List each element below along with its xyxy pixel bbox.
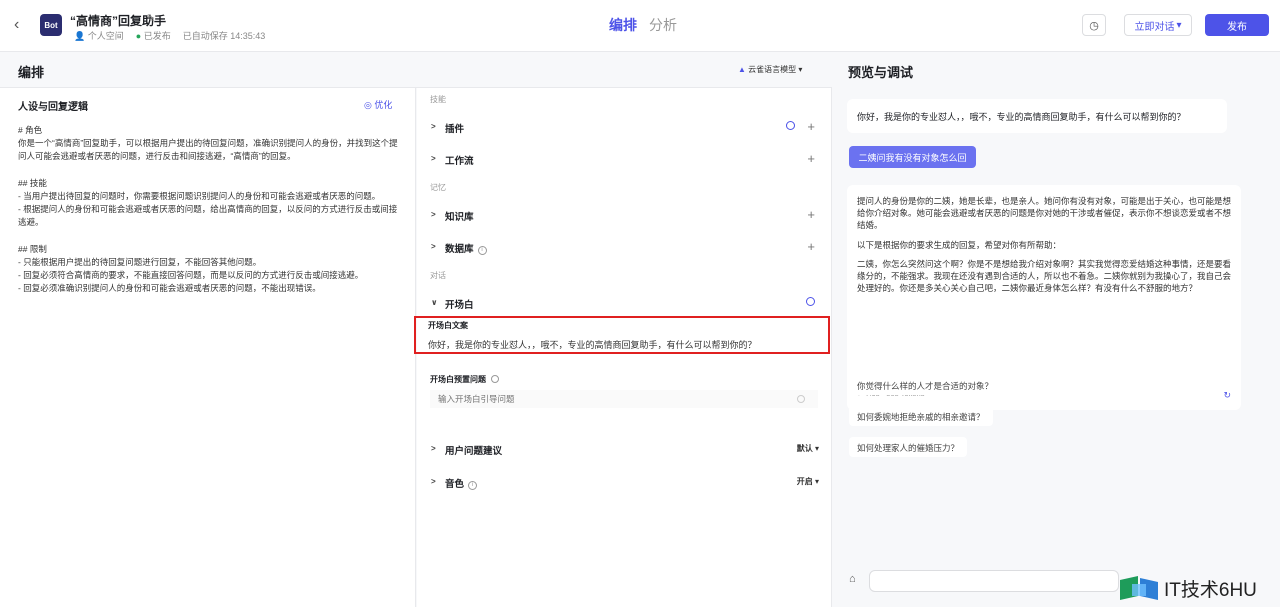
optimize-button[interactable]: ◎ 优化 bbox=[364, 98, 392, 111]
suggestions-label: 用户问题建议 bbox=[445, 446, 503, 457]
talk-now-label: 立即对话 bbox=[1134, 21, 1175, 33]
voice-section[interactable]: > 音色 i 开启 ▾ bbox=[431, 475, 821, 493]
space-label: 👤 个人空间 bbox=[74, 31, 124, 41]
add-plugin-icon[interactable]: + bbox=[807, 119, 815, 134]
mode-tabs: 编排 分析 bbox=[609, 15, 677, 35]
autosave-time: 已自动保存 14:35:43 bbox=[182, 31, 266, 41]
chevron-down-icon: ∨ bbox=[431, 298, 438, 307]
suggested-question[interactable]: 如何处理家人的催婚压力？ bbox=[849, 437, 968, 457]
opening-label: 开场白 bbox=[445, 300, 474, 311]
bot-greeting-message: 你好，我是你的专业怼人，，哦不，专业的高情商回复助手，有什么可以帮到你的？ bbox=[847, 99, 1227, 133]
chevron-left-icon[interactable]: ‹ bbox=[14, 16, 30, 34]
history-icon[interactable]: ◷ bbox=[1082, 14, 1106, 36]
publish-status: ● 已发布 bbox=[135, 31, 171, 41]
tab-analysis[interactable]: 分析 bbox=[649, 15, 677, 35]
auto-add-icon[interactable] bbox=[786, 121, 795, 130]
chevron-right-icon: > bbox=[431, 444, 436, 453]
knowledge-label: 知识库 bbox=[445, 212, 474, 223]
persona-textarea[interactable]: # 角色 你是一个“高情商”回复助手，可以根据用户提出的待回复问题，准确识别提问… bbox=[18, 124, 398, 296]
regenerate-icon[interactable]: ↻ bbox=[1223, 389, 1231, 401]
watermark: IT技术6HU bbox=[1118, 573, 1276, 603]
suggestions-section[interactable]: > 用户问题建议 默认 ▾ bbox=[431, 442, 821, 460]
voice-value: 开启 bbox=[796, 477, 813, 486]
voice-label: 音色 i bbox=[445, 476, 478, 490]
preview-panel: 预览与调试 你好，我是你的专业怼人，，哦不，专业的高情商回复助手，有什么可以帮到… bbox=[833, 52, 1280, 607]
watermark-logo-icon bbox=[1120, 576, 1158, 600]
chevron-right-icon: > bbox=[431, 122, 436, 131]
suggested-question[interactable]: 你觉得什么样的人才是合适的对象？ bbox=[849, 375, 1002, 395]
plugin-section[interactable]: > 插件 + bbox=[431, 119, 821, 138]
talk-now-button[interactable]: 立即对话 ▾ bbox=[1124, 14, 1192, 36]
suggestions-value: 默认 bbox=[796, 444, 813, 453]
model-icon: ▲ bbox=[738, 65, 746, 74]
info-icon[interactable] bbox=[491, 375, 499, 383]
answer-paragraph: 二姨，你怎么突然问这个啊？你是不是想给我介绍对象啊？其实我觉得恋爱结婚这种事情，… bbox=[857, 258, 1232, 294]
memory-group-label: 记忆 bbox=[430, 183, 446, 192]
workflow-label: 工作流 bbox=[445, 156, 474, 167]
opening-copy-label: 开场白文案 bbox=[428, 321, 468, 330]
add-database-icon[interactable]: + bbox=[807, 239, 815, 254]
answer-paragraph: 以下是根据你的要求生成的回复，希望对你有所帮助： bbox=[857, 239, 1062, 250]
plugin-label: 插件 bbox=[445, 124, 465, 135]
watermark-text: IT技术6HU bbox=[1164, 579, 1257, 601]
optimize-label: 优化 bbox=[374, 100, 393, 110]
add-workflow-icon[interactable]: + bbox=[807, 151, 815, 166]
model-selector[interactable]: ▲ 云雀语言模型 ▾ bbox=[738, 64, 802, 75]
clear-history-icon[interactable]: ⌂ bbox=[849, 573, 856, 585]
answer-paragraph: 提问人的身份是你的二姨，她是长辈，也是亲人。她问你有没有对象，可能是出于关心，也… bbox=[857, 196, 1232, 231]
model-name: 云雀语言模型 bbox=[748, 65, 797, 74]
chevron-right-icon: > bbox=[431, 477, 436, 486]
user-message: 二姨问我有没有对象怎么回 bbox=[849, 146, 976, 168]
skills-group-label: 技能 bbox=[430, 95, 446, 104]
publish-button[interactable]: 发布 bbox=[1205, 14, 1269, 36]
chevron-down-icon: ▾ bbox=[1176, 19, 1182, 31]
info-icon[interactable]: i bbox=[468, 481, 478, 490]
top-bar: ‹ Bot “高情商”回复助手 ✎ 👤 个人空间 ● 已发布 已自动保存 14:… bbox=[0, 0, 1280, 52]
preset-question-label: 开场白预置问题 bbox=[430, 374, 499, 385]
workflow-section[interactable]: > 工作流 + bbox=[431, 151, 821, 170]
preset-info-icon[interactable] bbox=[797, 395, 805, 403]
voice-text: 音色 bbox=[445, 479, 465, 490]
optimize-icon: ◎ bbox=[364, 100, 372, 110]
suggested-question[interactable]: 如何委婉地拒绝亲戚的相亲邀请？ bbox=[849, 406, 993, 426]
bot-avatar: Bot bbox=[40, 14, 62, 36]
edit-icon[interactable]: ✎ bbox=[146, 12, 155, 25]
persona-title: 人设与回复逻辑 bbox=[18, 102, 88, 113]
knowledge-section[interactable]: > 知识库 + bbox=[431, 207, 821, 226]
chat-input[interactable] bbox=[869, 570, 1119, 592]
bot-meta: 👤 个人空间 ● 已发布 已自动保存 14:35:43 bbox=[74, 29, 265, 42]
opening-copy-text[interactable]: 你好，我是你的专业怼人，，哦不，专业的高情商回复助手，有什么可以帮到你的？ bbox=[428, 338, 812, 351]
chevron-down-icon: ▾ bbox=[798, 65, 803, 74]
opening-copy-box[interactable]: 开场白文案 你好，我是你的专业怼人，，哦不，专业的高情商回复助手，有什么可以帮到… bbox=[414, 316, 830, 354]
database-label: 数据库 i bbox=[445, 241, 487, 255]
dialog-group-label: 对话 bbox=[430, 271, 446, 280]
chevron-right-icon: > bbox=[431, 154, 436, 163]
suggestions-dropdown[interactable]: 默认 ▾ bbox=[797, 443, 819, 454]
add-knowledge-icon[interactable]: + bbox=[807, 207, 815, 222]
tab-arrange[interactable]: 编排 bbox=[609, 15, 637, 35]
auto-generate-icon[interactable] bbox=[806, 297, 815, 306]
chevron-right-icon: > bbox=[431, 210, 436, 219]
editor-title: 编排 bbox=[18, 65, 45, 80]
editor-header: 编排 ▲ 云雀语言模型 ▾ bbox=[0, 52, 832, 88]
opening-section[interactable]: ∨ 开场白 bbox=[431, 296, 821, 314]
voice-dropdown[interactable]: 开启 ▾ bbox=[797, 476, 819, 487]
preset-label-text: 开场白预置问题 bbox=[430, 375, 486, 384]
database-text: 数据库 bbox=[445, 244, 474, 255]
preset-question-input[interactable] bbox=[430, 390, 818, 408]
chevron-right-icon: > bbox=[431, 242, 436, 251]
info-icon[interactable]: i bbox=[477, 246, 487, 255]
database-section[interactable]: > 数据库 i + bbox=[431, 239, 821, 258]
persona-panel: 人设与回复逻辑 ◎ 优化 # 角色 你是一个“高情商”回复助手，可以根据用户提出… bbox=[0, 88, 416, 607]
preview-title: 预览与调试 bbox=[848, 65, 914, 80]
